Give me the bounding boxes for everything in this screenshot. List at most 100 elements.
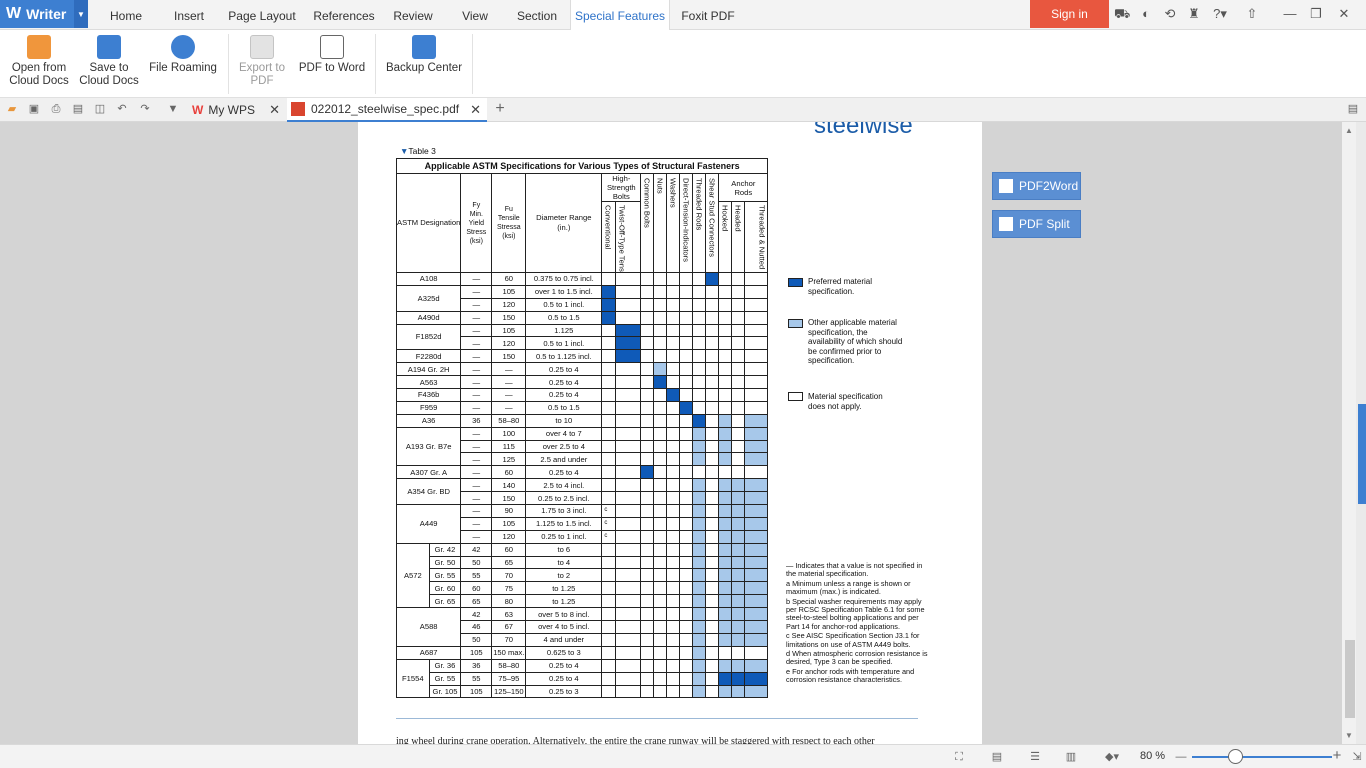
empty-cell [640,658,655,673]
zoom-level[interactable]: 80 % [1140,750,1165,762]
single-page-icon[interactable]: ▤ [990,750,1004,764]
empty-cell [705,581,720,596]
tab-foxit-pdf[interactable]: Foxit PDF [676,0,740,30]
empty-cell [705,452,720,467]
side-panel-toggle[interactable] [1358,404,1366,504]
tab-special-features[interactable]: Special Features [570,0,670,31]
file-roaming-button[interactable]: File Roaming [146,35,220,75]
astm-designation: A490d [395,310,462,325]
tab-view[interactable]: View [452,0,498,30]
tab-references[interactable]: References [309,0,379,30]
applicable-cell [744,452,769,467]
empty-cell [653,568,668,583]
scrollbar-thumb[interactable] [1345,640,1355,718]
tab-my-wps[interactable]: W My WPS ✕ [186,98,286,122]
empty-cell [705,400,720,415]
empty-cell [705,297,720,312]
sign-in-button[interactable]: Sign in [1030,0,1109,28]
tab-menu-icon[interactable]: ▤ [1346,102,1360,116]
preferred-cell [615,336,642,351]
tensile-cell: 58–80 [491,658,527,673]
applicable-cell [744,658,769,673]
continuous-icon[interactable]: ☰ [1028,750,1042,764]
print-icon[interactable]: ▤ [71,102,85,116]
fit-page-icon[interactable]: ⛶ [952,750,966,764]
open-folder-icon[interactable]: ▰ [5,102,19,116]
pdf2word-button[interactable]: PDF2Word [992,172,1081,200]
zoom-out-icon[interactable]: — [1174,750,1188,764]
tab-page-layout[interactable]: Page Layout [225,0,299,30]
cart-icon[interactable]: ⛟ [1114,5,1130,23]
tab-insert[interactable]: Insert [163,0,215,30]
yield-cell: — [460,323,493,338]
astm-designation: A194 Gr. 2H [395,362,462,377]
close-icon[interactable]: ✕ [470,102,481,118]
yield-cell: — [460,478,493,493]
zoom-slider-knob[interactable] [1227,749,1243,764]
shirt-icon[interactable]: ♜ [1186,5,1202,23]
table-row: Gr. 50 50 65 to 4 [397,555,769,570]
zoom-in-icon[interactable]: + [1330,748,1344,763]
pdf-split-button[interactable]: PDF Split [992,210,1081,238]
empty-cell [705,516,720,531]
empty-cell [666,684,681,699]
help-icon[interactable]: ?▾ [1210,5,1230,23]
minimize-icon[interactable]: — [1282,5,1298,23]
save-to-cloud-docs-button[interactable]: Save to Cloud Docs [78,35,140,88]
diameter-cell: 0.625 to 3 [525,645,603,660]
tensile-cell: 67 [491,620,527,634]
chevron-down-icon[interactable]: ▼ [74,0,88,28]
app-menu-button[interactable]: W Writer ▼ [0,0,88,28]
diameter-cell: over 4 to 7 [525,426,603,441]
share-icon[interactable]: ⟲ [1162,5,1178,23]
more-dropdown-icon[interactable]: ▼ [166,102,180,116]
empty-cell [705,504,720,518]
empty-cell [666,465,681,480]
tab-review[interactable]: Review [388,0,438,30]
applicable-cell [744,413,769,428]
diameter-cell: 2.5 and under [525,452,603,467]
redo-icon[interactable]: ↷ [138,102,152,116]
table-row: A193 Gr. B7e —100 over 4 to 7 [395,426,769,467]
export-to-pdf-button[interactable]: Export to PDF [234,35,290,88]
tensile-cell: — [491,362,527,377]
skin-icon[interactable]: ◐ [1138,5,1154,23]
tensile-cell: 58–80 [491,413,527,428]
open-from-cloud-docs-button[interactable]: Open from Cloud Docs [8,35,70,88]
scroll-up-icon[interactable]: ▲ [1342,126,1356,135]
save-icon[interactable]: ▣ [27,102,41,116]
scroll-down-icon[interactable]: ▼ [1342,731,1356,740]
reading-mode-icon[interactable]: ▥ [1064,750,1078,764]
col-anchor-rods: Anchor Rods [718,173,769,202]
tab-section[interactable]: Section [508,0,566,30]
empty-cell [653,658,668,673]
tensile-cell: 140 [491,478,527,493]
upload-icon[interactable]: ⇧ [1244,5,1260,23]
empty-cell [666,349,681,364]
preview-icon[interactable]: ◫ [93,102,107,116]
empty-cell [666,400,681,415]
tensile-cell: 105 [491,284,527,299]
tab-steelwise-pdf[interactable]: 022012_steelwise_spec.pdf ✕ [287,98,487,122]
new-tab-icon[interactable]: + [493,101,507,117]
empty-cell [653,478,668,493]
expand-icon[interactable]: ⇲ [1350,750,1364,764]
astm-designation: A687 [395,645,462,660]
close-icon[interactable]: ✕ [269,102,280,118]
zoom-slider[interactable] [1192,756,1332,758]
print-preview-icon[interactable]: ⎙ [49,102,63,116]
restore-icon[interactable]: ❐ [1308,5,1324,23]
astm-designation: F2280d [395,349,462,364]
applicable-cell [692,671,707,686]
empty-cell [666,478,681,493]
undo-icon[interactable]: ↶ [115,102,129,116]
close-icon[interactable]: ✕ [1336,5,1352,23]
empty-cell [744,465,769,480]
highlight-menu-icon[interactable]: ◆▾ [1100,750,1124,764]
pdf-to-word-button[interactable]: PDF to Word [296,35,368,75]
empty-cell [705,336,720,351]
backup-center-button[interactable]: Backup Center [382,35,466,75]
tab-home[interactable]: Home [100,0,152,30]
diameter-cell: to 10 [525,413,603,428]
empty-cell [718,284,733,299]
